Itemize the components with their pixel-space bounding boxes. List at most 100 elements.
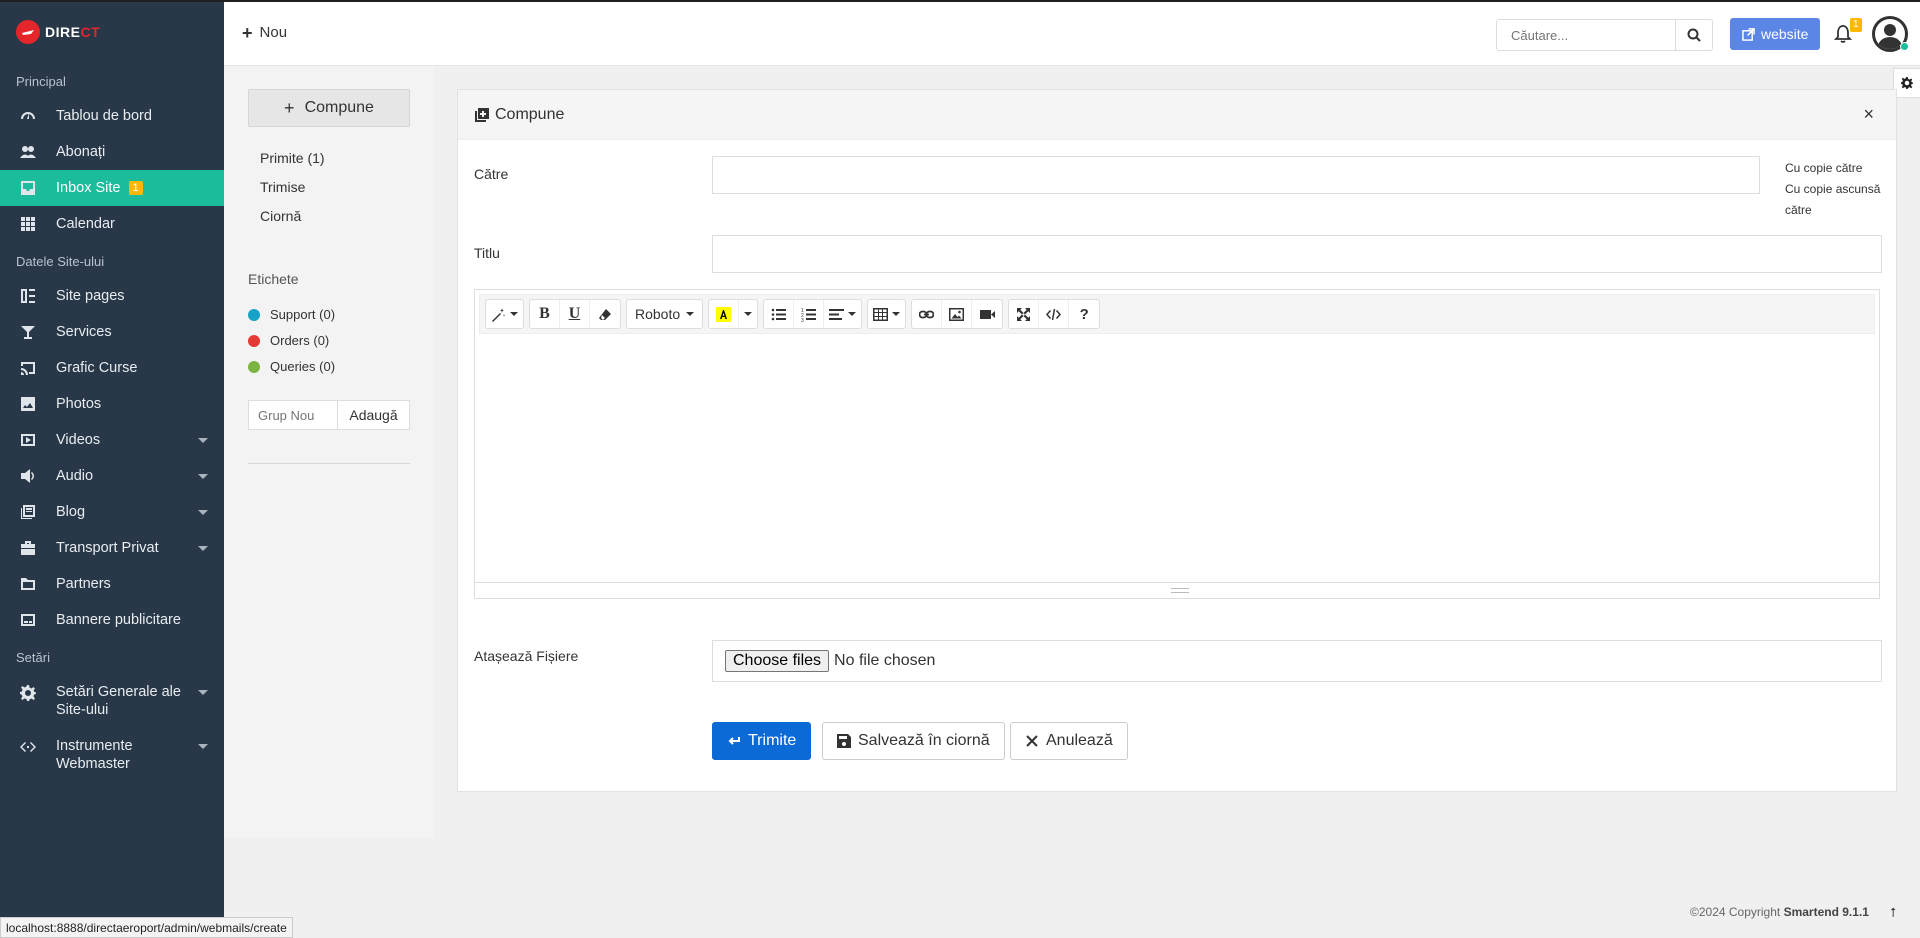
svg-text:3: 3 [801,318,804,322]
bold-button[interactable]: B [530,300,560,328]
sidebar-item-partners[interactable]: Partners [0,566,224,602]
sidebar-item-calendar[interactable]: Calendar [0,206,224,242]
services-icon [20,324,36,340]
font-family-select[interactable]: Roboto [627,300,702,328]
label-support[interactable]: Support (0) [248,307,335,322]
video-icon [979,309,995,319]
send-button[interactable]: Trimite [712,722,812,760]
divider [248,463,410,464]
compose-card-header: Compune × [458,90,1896,140]
cancel-button[interactable]: Anulează [1010,722,1128,760]
new-button[interactable]: + Nou [242,24,287,42]
magic-style-button[interactable] [486,300,523,328]
underline-button[interactable]: U [560,300,590,328]
sidebar-section-settings: Setări [16,649,50,665]
compose-button[interactable]: + Compune [248,89,410,127]
logo-text: DIRECT [45,24,101,40]
sidebar-item-inbox[interactable]: Inbox Site 1 [0,170,224,206]
website-label: website [1761,26,1809,42]
chevron-down-icon [744,312,753,316]
table-button[interactable] [868,300,905,328]
sidebar-item-label: Photos [56,396,102,412]
view-group: ? [1008,299,1101,329]
numbered-list-button[interactable]: 123 [794,300,825,328]
product-name[interactable]: Smartend 9.1.1 [1784,905,1869,919]
editor-content-area[interactable] [479,338,1875,583]
video-button[interactable] [972,300,1002,328]
avatar-head [1884,24,1896,36]
to-input[interactable] [712,156,1760,194]
code-view-button[interactable] [1039,300,1070,328]
rich-text-editor: B U Roboto 123 ? [474,289,1880,599]
link-button[interactable] [912,300,943,328]
label-name: Orders [270,333,310,348]
sidebar-item-transport-privat[interactable]: Transport Privat [0,530,224,566]
sidebar: DIRECT Principal Tablou de bord Abonați … [0,2,224,938]
sidebar-item-label: Grafic Curse [56,360,138,376]
sidebar-item-general-settings[interactable]: Setări Generale ale Site-ului [0,674,224,728]
color-dropdown[interactable] [739,300,757,328]
sidebar-item-banners[interactable]: Bannere publicitare [0,602,224,638]
add-group-button[interactable]: Adaugă [337,400,410,430]
font-name: Roboto [635,306,681,322]
mail-panel: + Compune Primite (1) Trimise Ciornă Eti… [224,67,434,838]
sidebar-item-videos[interactable]: Videos [0,422,224,458]
save-draft-label: Salvează în ciornă [858,732,990,749]
folder-drafts[interactable]: Ciornă [260,208,301,224]
cc-link[interactable]: Cu copie către [1785,158,1885,179]
settings-tab[interactable] [1893,68,1920,98]
sidebar-item-webmaster-tools[interactable]: Instrumente Webmaster [0,728,224,782]
label-name: Support [270,307,316,322]
search-input[interactable] [1496,19,1676,51]
inbox-badge: 1 [128,181,143,195]
align-button[interactable] [824,300,861,328]
format-group: B U [529,299,621,329]
sidebar-item-audio[interactable]: Audio [0,458,224,494]
status-bar-url: localhost:8888/directaeroport/admin/webm… [0,917,293,938]
audio-icon [20,468,36,484]
save-draft-button[interactable]: Salvează în ciornă [822,722,1005,760]
new-group-input[interactable] [248,400,338,430]
photo-icon [20,396,36,412]
external-link-icon [1742,27,1755,41]
close-icon[interactable]: × [1863,104,1874,125]
sidebar-item-blog[interactable]: Blog [0,494,224,530]
sidebar-item-site-pages[interactable]: Site pages [0,278,224,314]
brand-logo[interactable]: DIRECT [0,2,224,62]
sidebar-item-dashboard[interactable]: Tablou de bord [0,98,224,134]
sidebar-section-site-data: Datele Site-ului [16,253,105,269]
video-icon [20,432,36,448]
sidebar-item-label: Bannere publicitare [56,612,181,628]
choose-files-button[interactable]: Choose files [725,650,830,672]
plus-icon: + [284,97,295,118]
search-button[interactable] [1675,19,1713,51]
attach-label: Atașează Fișiere [474,648,579,664]
folder-sent[interactable]: Trimise [260,179,305,195]
subject-input[interactable] [712,235,1882,273]
top-header: + Nou website 1 [224,2,1920,66]
numbered-list-icon: 123 [801,308,817,322]
sidebar-item-grafic-curse[interactable]: Grafic Curse [0,350,224,386]
align-left-icon [829,308,845,320]
folder-inbox[interactable]: Primite (1) [260,150,325,166]
file-input[interactable]: Choose files No file chosen [712,640,1882,682]
website-button[interactable]: website [1730,18,1821,50]
bcc-link[interactable]: Cu copie ascunsă către [1785,179,1885,221]
color-group [708,299,759,329]
label-queries[interactable]: Queries (0) [248,359,335,374]
sidebar-item-photos[interactable]: Photos [0,386,224,422]
scroll-top-icon[interactable]: ⭡ [1890,905,1896,921]
chevron-down-icon [198,438,208,443]
help-button[interactable]: ? [1069,300,1099,328]
sidebar-item-subscribers[interactable]: Abonați [0,134,224,170]
sidebar-item-label: Audio [56,468,94,484]
text-color-button[interactable] [709,300,740,328]
fullscreen-button[interactable] [1009,300,1040,328]
bullet-list-button[interactable] [764,300,795,328]
editor-resize-handle[interactable] [475,582,1879,598]
sidebar-item-services[interactable]: Services [0,314,224,350]
subject-label: Titlu [474,245,500,261]
eraser-button[interactable] [590,300,620,328]
label-orders[interactable]: Orders (0) [248,333,329,348]
image-button[interactable] [942,300,973,328]
